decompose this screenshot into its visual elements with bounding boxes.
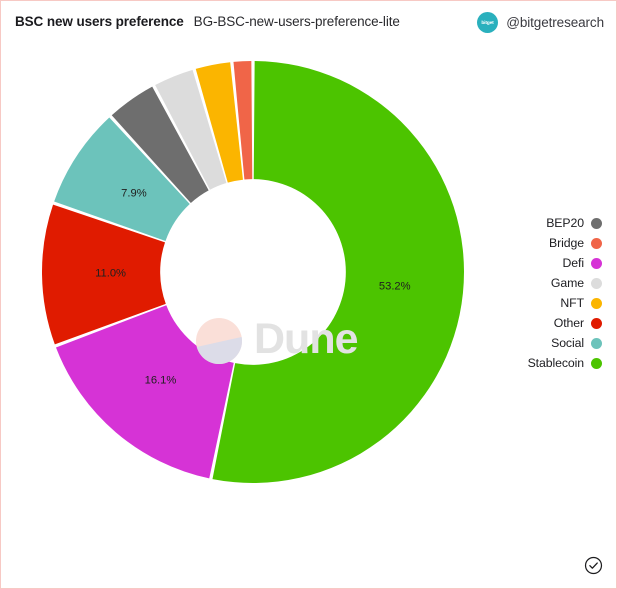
legend-item[interactable]: Bridge: [528, 233, 602, 253]
bitget-logo-icon: bitget: [477, 12, 499, 33]
legend-color-swatch: [591, 257, 602, 269]
page-title: BSC new users preference: [15, 14, 184, 29]
donut-svg: 53.2% 16.1% 11.0% 7.9%: [42, 61, 464, 483]
legend-item[interactable]: Game: [528, 273, 602, 293]
chart-legend: BEP20 Bridge Defi Game NFT Other Social Stablec…: [528, 213, 602, 373]
legend-item-label: Defi: [562, 256, 585, 270]
legend-item-label: Stablecoin: [527, 356, 585, 370]
legend-color-swatch: [591, 297, 602, 309]
legend-color-swatch: [591, 357, 602, 369]
legend-item-label: NFT: [560, 296, 584, 310]
brand-handle: @bitgetresearch: [506, 15, 604, 30]
legend-item-label: Bridge: [549, 236, 584, 250]
legend-item-label: Game: [550, 276, 584, 290]
legend-item[interactable]: NFT: [528, 293, 602, 313]
legend-color-swatch: [591, 337, 602, 349]
chart-subtitle: BG-BSC-new-users-preference-lite: [193, 14, 400, 29]
legend-item-label: BEP20: [546, 216, 584, 230]
legend-item-label: Other: [553, 316, 584, 330]
legend-item[interactable]: Defi: [528, 253, 602, 273]
legend-item-label: Social: [551, 336, 584, 350]
legend-color-swatch: [591, 317, 602, 329]
legend-item[interactable]: BEP20: [528, 213, 602, 233]
title-group: BSC new users preference BG-BSC-new-user…: [15, 14, 400, 29]
pie-slice-label: 16.1%: [145, 374, 177, 386]
pie-slice-label: 7.9%: [121, 188, 147, 200]
pie-slice-label: 53.2%: [379, 280, 411, 292]
legend-color-swatch: [591, 277, 602, 289]
pie-slice-label: 11.0%: [95, 268, 126, 280]
legend-item[interactable]: Other: [528, 313, 602, 333]
legend-item[interactable]: Social: [528, 333, 602, 353]
chart-card: BSC new users preference BG-BSC-new-user…: [0, 0, 617, 589]
chart-header: BSC new users preference BG-BSC-new-user…: [1, 1, 616, 53]
donut-chart: 53.2% 16.1% 11.0% 7.9%: [42, 61, 464, 483]
legend-color-swatch: [591, 237, 602, 249]
chart-area: 53.2% 16.1% 11.0% 7.9% Dune BEP20 Bridge Defi…: [1, 53, 616, 558]
brand-group: bitget @bitgetresearch: [477, 12, 604, 33]
legend-item[interactable]: Stablecoin: [528, 353, 602, 373]
check-circle-icon[interactable]: [584, 556, 603, 575]
bitget-logo-text: bitget: [481, 19, 494, 26]
legend-color-swatch: [591, 217, 602, 229]
